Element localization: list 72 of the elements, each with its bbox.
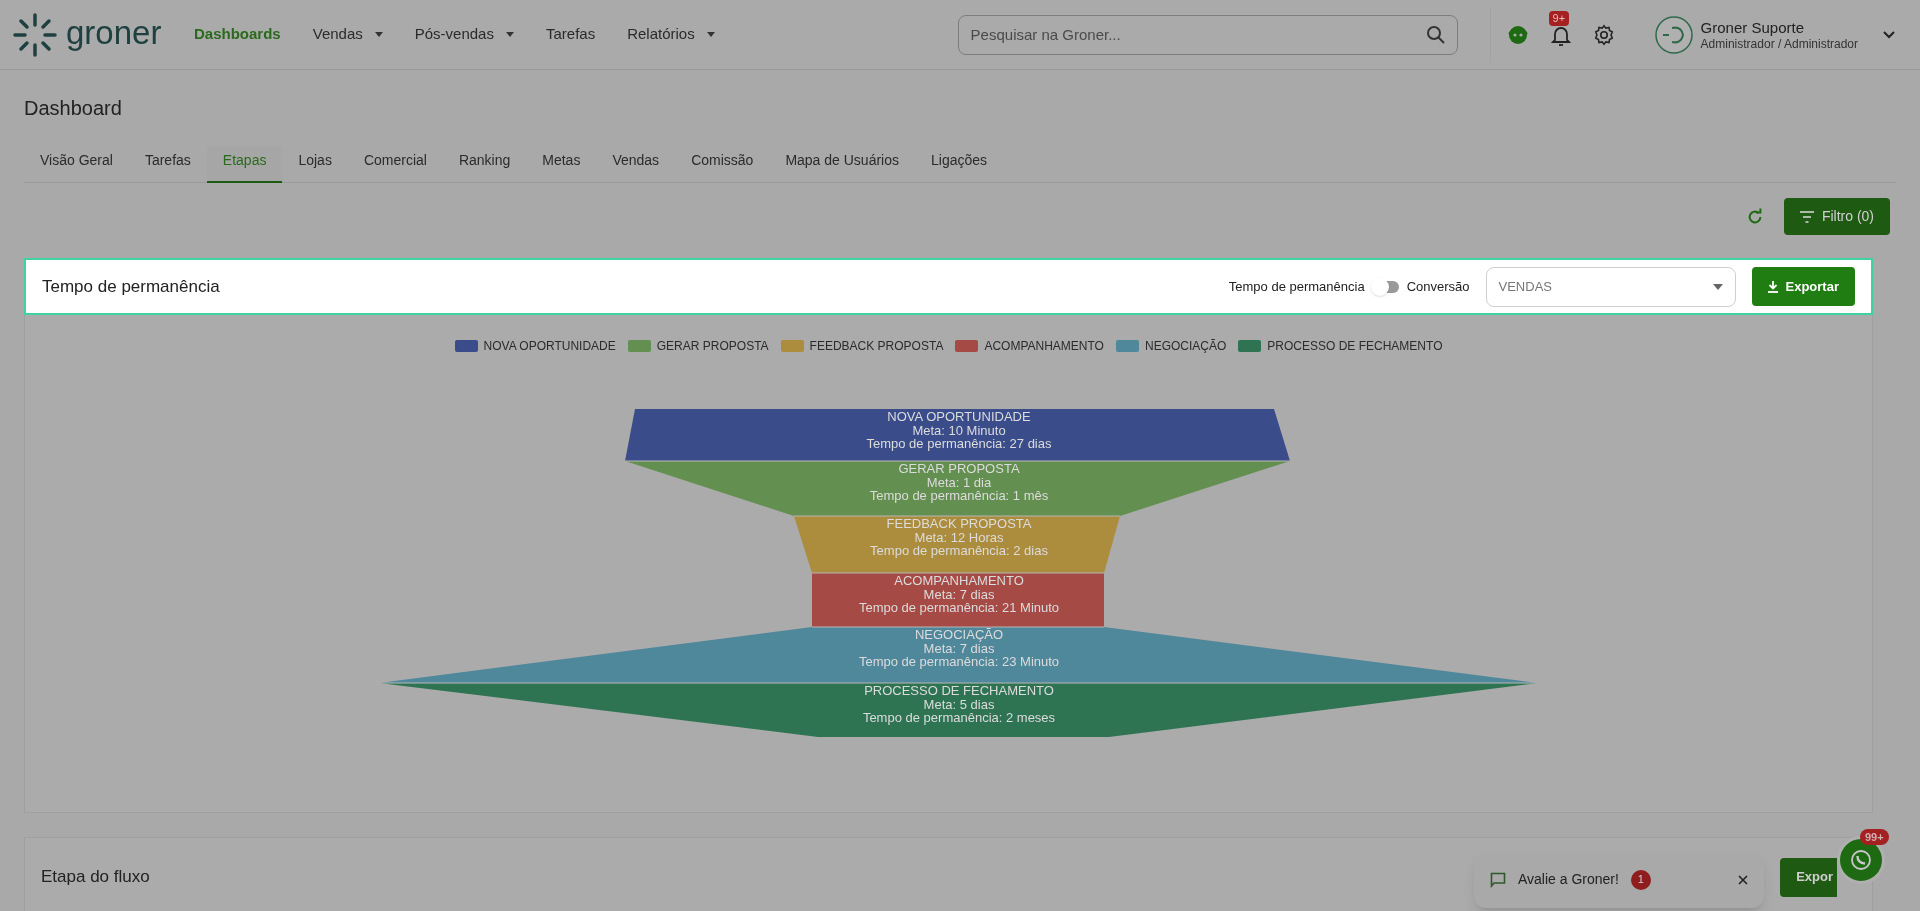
stage-duration: Tempo de permanência: 2 meses: [862, 710, 1056, 725]
stage-goal: Meta: 12 Horas: [914, 530, 1004, 545]
filter-icon: [1799, 210, 1814, 223]
stage-name: PROCESSO DE FECHAMENTO: [864, 683, 1054, 698]
count-badge: 99+: [1860, 829, 1889, 845]
stage-duration: Tempo de permanência: 2 dias: [870, 543, 1048, 558]
search-icon[interactable]: [1425, 24, 1446, 45]
stage-goal: Meta: 5 dias: [923, 697, 995, 712]
stage-duration: Tempo de permanência: 21 Minuto: [858, 600, 1060, 615]
card-title: Etapa do fluxo: [41, 866, 150, 889]
caret-icon: [505, 32, 514, 37]
stage-duration: Tempo de permanência: 27 dias: [866, 436, 1052, 451]
nav-link[interactable]: Vendas: [312, 23, 383, 46]
tab[interactable]: Mapa de Usuários: [769, 146, 915, 183]
settings-icon[interactable]: [1592, 23, 1615, 46]
export-button[interactable]: Exportar: [1751, 267, 1855, 306]
tab[interactable]: Ranking: [442, 146, 527, 183]
legend-label[interactable]: PROCESSO DE FECHAMENTO: [1267, 337, 1443, 355]
nav-link[interactable]: Pós-vendas: [414, 23, 514, 46]
chat-icon: [1490, 871, 1506, 888]
tab[interactable]: Ligações: [915, 146, 1004, 183]
phone-icon: [1850, 849, 1872, 871]
legend-label[interactable]: GERAR PROPOSTA: [656, 337, 769, 355]
tab[interactable]: Vendas: [596, 146, 676, 183]
caret-icon: [374, 32, 383, 37]
card-title: Tempo de permanência: [42, 275, 220, 298]
tab[interactable]: Metas: [526, 146, 597, 183]
stage-name: NOVA OPORTUNIDADE: [887, 409, 1031, 424]
stage-name: ACOMPANHAMENTO: [894, 573, 1024, 588]
legend-label[interactable]: FEEDBACK PROPOSTA: [809, 337, 944, 355]
mode-toggle[interactable]: [1372, 280, 1399, 293]
stage-duration: Tempo de permanência: 1 mês: [869, 488, 1049, 503]
stage-name: FEEDBACK PROPOSTA: [886, 516, 1032, 531]
close-icon[interactable]: [1738, 874, 1748, 885]
filter-button[interactable]: Filtro (0): [1783, 198, 1890, 235]
rating-toast[interactable]: Avalie a Groner! 1: [1474, 851, 1764, 908]
tab[interactable]: Lojas: [282, 146, 348, 183]
caret-icon: [706, 32, 715, 37]
stage-goal: Meta: 7 dias: [923, 641, 995, 656]
tab[interactable]: Comissão: [675, 146, 770, 183]
search-field[interactable]: Pesquisar na Groner...: [957, 14, 1458, 55]
user-name: Groner Suporte: [1700, 19, 1805, 35]
stage-duration: Tempo de permanência: 23 Minuto: [858, 654, 1060, 669]
tab[interactable]: Comercial: [347, 146, 443, 183]
tab[interactable]: Tarefas: [128, 146, 207, 183]
switch-label: Conversão: [1406, 277, 1470, 296]
stage-select[interactable]: VENDAS: [1485, 266, 1736, 307]
logo-text: groner: [66, 16, 162, 53]
stage-goal: Meta: 1 dia: [926, 475, 992, 490]
count-badge: 1: [1630, 869, 1651, 890]
nav-link[interactable]: Tarefas: [545, 23, 596, 46]
legend-label[interactable]: NOVA OPORTUNIDADE: [483, 337, 616, 355]
legend-label[interactable]: NEGOCIAÇÃO: [1144, 337, 1227, 355]
caret-icon: [1712, 283, 1723, 290]
page-title: Dashboard: [24, 98, 123, 118]
toast-text: Avalie a Groner!: [1518, 870, 1619, 889]
stage-name: NEGOCIAÇÃO: [914, 627, 1004, 642]
stage-goal: Meta: 7 dias: [923, 587, 995, 602]
notification-badge: 9+: [1548, 10, 1570, 26]
export-button[interactable]: Expor: [1780, 857, 1837, 897]
user-role: Administrador / Administrador: [1700, 37, 1858, 50]
tab[interactable]: Visão Geral: [24, 146, 129, 183]
download-icon: [1767, 280, 1778, 293]
switch-label: Tempo de permanência: [1228, 277, 1365, 296]
stage-goal: Meta: 10 Minuto: [912, 423, 1006, 438]
stage-name: GERAR PROPOSTA: [898, 461, 1020, 476]
avatar-icon: [1654, 15, 1693, 54]
logo-icon: [12, 11, 58, 58]
legend-label[interactable]: ACOMPANHAMENTO: [984, 337, 1104, 355]
nav-link[interactable]: Relatórios: [627, 23, 715, 46]
chevron-down-icon[interactable]: [1882, 29, 1896, 40]
support-icon[interactable]: [1506, 23, 1529, 46]
